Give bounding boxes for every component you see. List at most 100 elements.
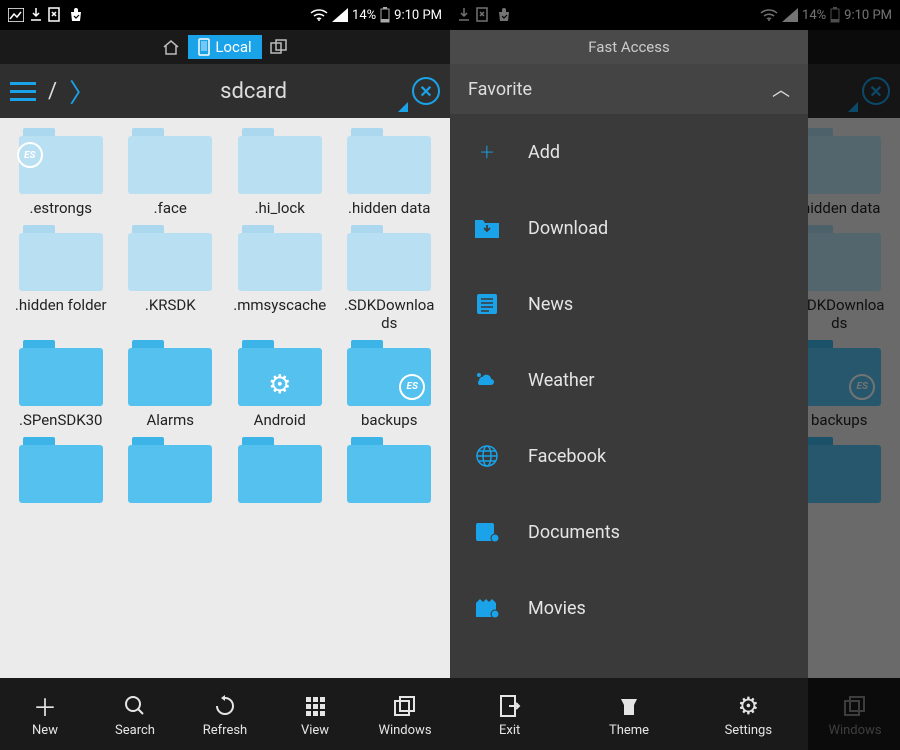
- download-icon: [30, 8, 42, 22]
- bb-windows[interactable]: Windows: [360, 691, 450, 738]
- drawer-item-movies[interactable]: Movies: [450, 570, 808, 646]
- drawer-item-label: Movies: [528, 598, 586, 619]
- multi-window-icon[interactable]: [270, 39, 288, 55]
- signal-icon: [332, 8, 348, 22]
- bb-new[interactable]: ＋ New: [0, 691, 90, 738]
- folder-item[interactable]: [230, 437, 330, 509]
- drawer-item-news[interactable]: News: [450, 266, 808, 342]
- folder-label: .SPenSDK30: [11, 412, 111, 429]
- bb-label: View: [301, 723, 329, 738]
- drawer-item-label: Download: [528, 218, 608, 239]
- drawer-section-label: Favorite: [468, 79, 532, 100]
- bb-label: Refresh: [203, 723, 247, 738]
- bb-label: Windows: [378, 723, 431, 738]
- drawer-item-add[interactable]: + Add: [450, 114, 808, 190]
- plus-icon: +: [472, 138, 502, 166]
- menu-icon[interactable]: [10, 82, 36, 101]
- drawer-item-label: Documents: [528, 522, 620, 543]
- movies-icon: [472, 597, 502, 619]
- folder-item[interactable]: .hi_lock: [230, 128, 330, 217]
- download-folder-icon: [472, 216, 502, 240]
- path-segment[interactable]: sdcard: [107, 79, 400, 104]
- fast-access-drawer: Fast Access Favorite ︿ + Add Download New…: [450, 30, 808, 750]
- drawer-bottom-bar: Exit Theme ⚙ Settings: [450, 678, 808, 750]
- es-badge-icon: ES: [17, 142, 43, 168]
- es-badge-icon: ES: [399, 374, 425, 400]
- folder-label: Android: [230, 412, 330, 429]
- globe-icon: [472, 444, 502, 468]
- folder-item[interactable]: Alarms: [120, 340, 220, 429]
- drawer-bb-theme[interactable]: Theme: [569, 691, 688, 738]
- bb-label: Search: [115, 723, 155, 738]
- drawer-item-facebook[interactable]: Facebook: [450, 418, 808, 494]
- folder-item[interactable]: .SDKDownloads: [339, 225, 439, 332]
- drawer-item-label: Weather: [528, 370, 594, 391]
- bb-label: Settings: [725, 723, 772, 738]
- folder-label: backups: [339, 412, 439, 429]
- exit-icon: [450, 691, 569, 721]
- folder-label: .KRSDK: [120, 297, 220, 314]
- drawer-item-label: News: [528, 294, 573, 315]
- tab-local[interactable]: Local: [188, 35, 261, 59]
- file-grid: ES .estrongs .face .hi_lock .hidden data…: [0, 118, 450, 678]
- folder-item[interactable]: .KRSDK: [120, 225, 220, 332]
- bb-label: New: [32, 723, 58, 738]
- drawer-bb-exit[interactable]: Exit: [450, 691, 569, 738]
- phone-icon: [198, 38, 210, 56]
- windows-icon: [360, 691, 450, 721]
- drawer-item-label: Facebook: [528, 446, 606, 467]
- status-bar: 14% 9:10 PM: [0, 0, 450, 30]
- tab-bar: Local: [0, 30, 450, 64]
- search-icon: [90, 691, 180, 721]
- drawer-bb-settings[interactable]: ⚙ Settings: [689, 691, 808, 738]
- folder-label: Alarms: [120, 412, 220, 429]
- folder-item[interactable]: [11, 437, 111, 509]
- folder-item[interactable]: .mmsyscache: [230, 225, 330, 332]
- drawer-item-weather[interactable]: Weather: [450, 342, 808, 418]
- path-bar: / 〉 sdcard ✕: [0, 64, 450, 118]
- folder-label: .mmsyscache: [230, 297, 330, 314]
- battery-icon: [380, 7, 390, 23]
- folder-item[interactable]: .hidden folder: [11, 225, 111, 332]
- wifi-icon: [310, 8, 328, 22]
- dropdown-indicator-icon[interactable]: [398, 102, 408, 112]
- screen-left: 14% 9:10 PM Local / 〉 sdcard ✕ ES .estro…: [0, 0, 450, 750]
- folder-item[interactable]: .hidden data: [339, 128, 439, 217]
- path-separator-icon: 〉: [69, 73, 95, 110]
- drawer-title: Fast Access: [450, 30, 808, 64]
- bb-refresh[interactable]: Refresh: [180, 691, 270, 738]
- folder-label: .hidden folder: [11, 297, 111, 314]
- close-button[interactable]: ✕: [412, 77, 440, 105]
- folder-label: .face: [120, 200, 220, 217]
- clock: 9:10 PM: [394, 8, 442, 23]
- drawer-item-documents[interactable]: Documents: [450, 494, 808, 570]
- folder-item[interactable]: ES backups: [339, 340, 439, 429]
- folder-item[interactable]: .face: [120, 128, 220, 217]
- drawer-item-download[interactable]: Download: [450, 190, 808, 266]
- folder-item[interactable]: [339, 437, 439, 509]
- bottom-bar: ＋ New Search Refresh View Windows: [0, 678, 450, 750]
- folder-label: .hidden data: [339, 200, 439, 217]
- folder-item[interactable]: .SPenSDK30: [11, 340, 111, 429]
- weather-icon: [472, 370, 502, 390]
- folder-item[interactable]: [120, 437, 220, 509]
- gear-icon: ⚙: [689, 691, 808, 721]
- drawer-section-favorite[interactable]: Favorite ︿: [450, 64, 808, 114]
- tab-local-label: Local: [215, 38, 251, 56]
- home-icon[interactable]: [162, 39, 180, 55]
- image-icon: [8, 8, 24, 22]
- bb-search[interactable]: Search: [90, 691, 180, 738]
- grid-icon: [270, 691, 360, 721]
- battery-percent: 14%: [352, 8, 376, 23]
- news-icon: [472, 292, 502, 316]
- folder-item[interactable]: ES .estrongs: [11, 128, 111, 217]
- path-root[interactable]: /: [48, 79, 57, 104]
- bb-label: Theme: [609, 723, 649, 738]
- plus-icon: ＋: [0, 691, 90, 721]
- bb-view[interactable]: View: [270, 691, 360, 738]
- folder-item[interactable]: ⚙ Android: [230, 340, 330, 429]
- refresh-icon: [180, 691, 270, 721]
- drawer-item-label: Add: [528, 142, 560, 163]
- doc-x-icon: [48, 7, 62, 23]
- bb-label: Exit: [499, 723, 520, 738]
